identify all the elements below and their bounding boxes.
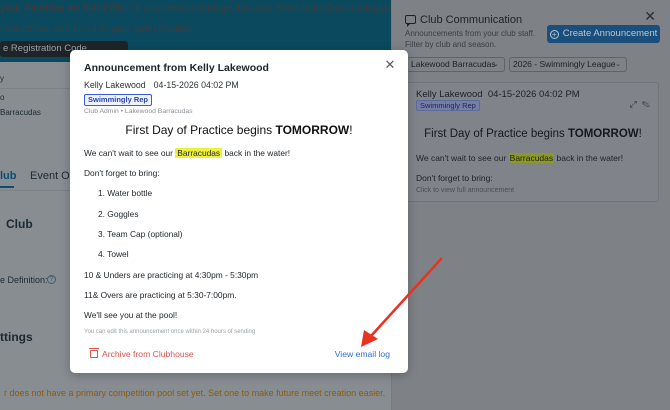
body-paragraph: We can't wait to see our Barracudas back…: [84, 148, 291, 158]
highlighted-text: Barracudas: [175, 148, 223, 158]
list-item: 1. Water bottle: [98, 188, 153, 198]
close-icon[interactable]: ✕: [382, 57, 398, 73]
card-date: 04-15-2026 04:02 PM: [487, 89, 580, 100]
list-item: 4. Towel: [98, 249, 129, 259]
modal-author: Kelly Lakewood: [84, 80, 146, 90]
chevron-down-icon: ⌄: [615, 61, 621, 68]
archive-icon: [89, 348, 99, 358]
create-announcement-button[interactable]: + Create Announcement: [547, 25, 660, 43]
help-icon[interactable]: ?: [47, 275, 56, 284]
drawer-subtitle: Announcements from your club staff.: [405, 29, 536, 38]
banner-instructions-text: - (If you need to change this date email…: [123, 3, 391, 14]
edit-icon[interactable]: ✎: [642, 99, 650, 109]
row-club-name: Barracudas: [0, 108, 41, 117]
club-line: Club Admin • Lakewood Barracudas: [84, 108, 193, 115]
definition-label: e Definition:: [0, 275, 48, 285]
tab-event-order[interactable]: Event Or: [30, 170, 73, 182]
expand-icon[interactable]: ⤢: [630, 99, 637, 109]
body-paragraph: Don't forget to bring:: [84, 168, 160, 178]
drawer-close-icon[interactable]: ✕: [644, 8, 656, 25]
view-email-log-link[interactable]: View email log: [335, 349, 390, 359]
card-role-badge: Swimmingly Rep: [416, 100, 480, 111]
section-settings-heading: ttings: [0, 330, 33, 344]
tab-underline: [0, 186, 14, 188]
section-club-heading: Club: [6, 217, 33, 231]
chevron-down-icon: ⌄: [493, 61, 499, 68]
body-paragraph: 11& Overs are practicing at 5:30-7:00pm.: [84, 290, 237, 300]
list-item: 2. Goggles: [98, 209, 139, 219]
announcement-headline: First Day of Practice begins TOMORROW!: [125, 123, 353, 137]
modal-date: 04-15-2026 04:02 PM: [153, 80, 239, 90]
plus-circle-icon: +: [549, 30, 559, 39]
drawer-subtitle: Filter by club and season.: [405, 40, 497, 49]
highlighted-text: Barracudas: [508, 153, 555, 163]
announcement-modal: Announcement from Kelly Lakewood ✕ Kelly…: [70, 50, 408, 373]
banner-date-text: your Families on Mar 27th: [0, 3, 124, 14]
card-click-hint: Click to view full announcement: [416, 187, 515, 194]
edit-note: You can edit this announcement once with…: [84, 329, 256, 335]
card-body: Don't forget to bring:: [416, 173, 493, 183]
announcement-card[interactable]: Kelly Lakewood 04-15-2026 04:02 PM Swimm…: [405, 82, 659, 202]
archive-button[interactable]: Archive from Clubhouse: [89, 348, 194, 359]
row-label: y: [0, 74, 4, 83]
banner-line-2: instructions and email to your swim fami…: [0, 24, 196, 35]
modal-title: Announcement from Kelly Lakewood: [84, 62, 269, 74]
club-communication-drawer: ✕ Club Communication Announcements from …: [391, 0, 670, 410]
drawer-title: Club Communication: [420, 14, 523, 26]
role-badge: Swimmingly Rep: [84, 94, 153, 106]
card-headline: First Day of Practice begins TOMORROW!: [424, 128, 642, 140]
row-label: o: [0, 93, 5, 102]
body-paragraph: 10 & Unders are practicing at 4:30pm - 5…: [84, 270, 259, 280]
chat-icon: [405, 15, 416, 27]
pool-warning-text: r does not have a primary competition po…: [4, 388, 386, 398]
club-select[interactable]: Lakewood Barracudas ⌄: [407, 57, 505, 72]
list-item: 3. Team Cap (optional): [98, 229, 183, 239]
body-paragraph: We'll see you at the pool!: [84, 310, 178, 320]
card-author: Kelly Lakewood: [416, 89, 483, 100]
season-select[interactable]: 2026 - Swimmingly League ⌄: [509, 57, 627, 72]
card-body: We can't wait to see our Barracudas back…: [416, 153, 624, 163]
tab-club[interactable]: lub: [0, 170, 17, 182]
